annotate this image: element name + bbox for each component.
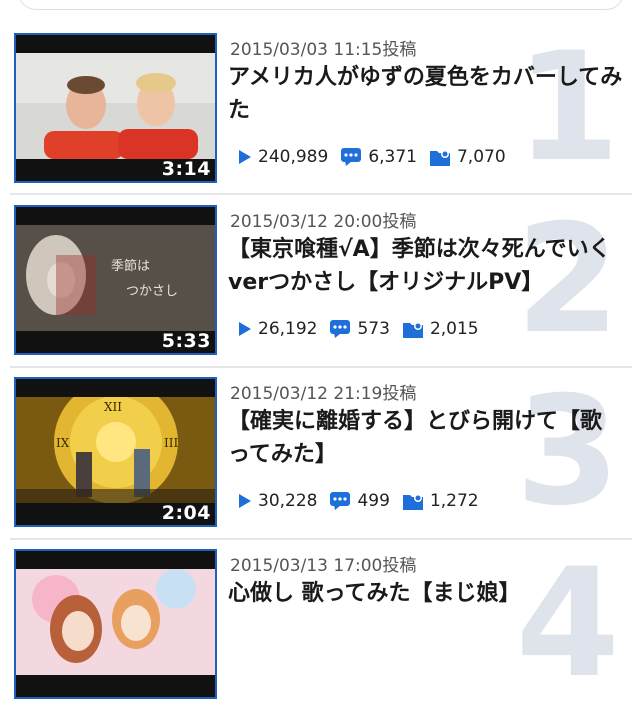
svg-text:III: III [164, 436, 178, 450]
list-item[interactable]: 4 2015/03/13 17:00投稿 心做し 歌ってみた【まじ娘】 [0, 549, 640, 719]
mylist-count: 7,070 [456, 147, 506, 167]
list-item[interactable]: 1 3:14 2015/03/03 11:15投稿 アメリカ人がゆずの夏色をカバ… [0, 33, 640, 203]
video-thumbnail[interactable]: XII IX III 2:04 [14, 377, 217, 527]
duration-badge: 5:33 [161, 330, 211, 352]
mylist-count: 1,272 [429, 491, 479, 511]
list-item[interactable]: 2 季節は つかさし 5:33 2015/03/12 20:00投稿 【東京喰種… [0, 205, 640, 375]
svg-text:XII: XII [104, 400, 122, 414]
comment-icon [330, 492, 351, 510]
mylist-folder-icon [402, 494, 423, 510]
post-date: 2015/03/03 11:15投稿 [230, 40, 417, 60]
video-stats: 240,989 6,371 7,070 [238, 145, 518, 169]
svg-text:つかさし: つかさし [126, 284, 178, 299]
comment-count: 6,371 [368, 147, 417, 167]
play-icon [239, 150, 251, 164]
comment-icon [330, 320, 351, 338]
duration-badge: 3:14 [161, 158, 211, 180]
view-count: 26,192 [258, 319, 318, 339]
video-thumbnail[interactable]: 季節は つかさし 5:33 [14, 205, 217, 355]
play-icon [239, 494, 251, 508]
comment-icon [341, 148, 362, 166]
video-thumbnail[interactable]: 3:14 [14, 33, 217, 183]
view-count: 30,228 [258, 491, 318, 511]
post-date: 2015/03/13 17:00投稿 [230, 556, 417, 576]
video-title[interactable]: アメリカ人がゆずの夏色をカバーしてみた [228, 61, 623, 127]
ranking-list: 1 3:14 2015/03/03 11:15投稿 アメリカ人がゆずの夏色をカバ… [0, 0, 640, 699]
thumbnail-image: 季節は つかさし [16, 225, 215, 331]
video-thumbnail[interactable] [14, 549, 217, 699]
video-title[interactable]: 心做し 歌ってみた【まじ娘】 [228, 577, 623, 610]
mylist-count: 2,015 [429, 319, 479, 339]
mylist-folder-icon [402, 322, 423, 338]
thumbnail-image: XII IX III [16, 397, 215, 503]
list-item[interactable]: 3 XII IX III 2:04 2015/03/12 21:19投稿 【確実… [0, 377, 640, 547]
play-icon [239, 322, 251, 336]
rank-number: 4 [515, 537, 620, 711]
comment-count: 573 [357, 319, 390, 339]
video-stats: 30,228 499 1,272 [238, 489, 491, 513]
comment-count: 499 [357, 491, 390, 511]
svg-text:IX: IX [56, 436, 70, 450]
thumbnail-image [16, 569, 215, 675]
duration-badge: 2:04 [161, 502, 211, 524]
view-count: 240,989 [258, 147, 329, 167]
video-title[interactable]: 【確実に離婚する】とびら開けて【歌ってみた】 [228, 405, 623, 471]
video-title[interactable]: 【東京喰種√A】季節は次々死んでいくverつかさし【オリジナルPV】 [228, 233, 623, 299]
video-stats: 26,192 573 2,015 [238, 317, 491, 341]
thumbnail-image [16, 53, 215, 159]
post-date: 2015/03/12 21:19投稿 [230, 384, 417, 404]
svg-text:季節は: 季節は [111, 259, 150, 274]
mylist-folder-icon [429, 150, 450, 166]
post-date: 2015/03/12 20:00投稿 [230, 212, 417, 232]
